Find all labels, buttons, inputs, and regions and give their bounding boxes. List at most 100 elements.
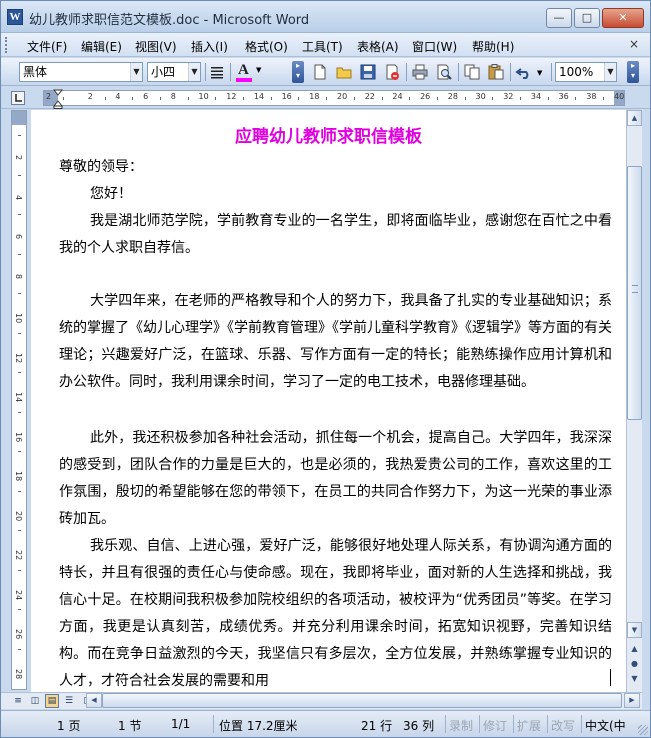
- scroll-left-arrow-icon[interactable]: ◀: [86, 693, 102, 708]
- menu-window[interactable]: 窗口(W): [412, 38, 457, 55]
- status-section[interactable]: 1 节: [118, 717, 141, 734]
- status-separator: [445, 715, 446, 733]
- ruler-tick: [243, 97, 245, 100]
- menu-view[interactable]: 视图(V): [135, 38, 177, 55]
- status-ext[interactable]: 扩展: [517, 717, 541, 734]
- permission-icon[interactable]: [383, 63, 401, 81]
- status-separator: [479, 715, 480, 733]
- vertical-ruler[interactable]: 2 4 6 8 10 12 14 16 18 20 22 24 26 28: [11, 110, 27, 690]
- scroll-up-arrow-icon[interactable]: ▲: [627, 110, 642, 126]
- resize-grip-icon[interactable]: [638, 725, 648, 735]
- chevron-down-icon[interactable]: ▼: [188, 63, 200, 81]
- font-color-button[interactable]: A ▼: [235, 62, 263, 82]
- status-trk[interactable]: 修订: [483, 717, 507, 734]
- ruler-number: 8: [14, 273, 23, 279]
- menu-insert[interactable]: 插入(I): [191, 38, 228, 55]
- word-app-icon[interactable]: W: [7, 9, 23, 25]
- status-line[interactable]: 21 行: [361, 717, 392, 734]
- select-browse-object-icon[interactable]: ●: [627, 657, 642, 671]
- status-ovr[interactable]: 改写: [551, 717, 575, 734]
- menu-table[interactable]: 表格(A): [357, 38, 399, 55]
- scroll-right-arrow-icon[interactable]: ▶: [624, 693, 640, 708]
- status-page-of[interactable]: 1/1: [171, 717, 190, 731]
- maximize-button[interactable]: □: [574, 8, 600, 28]
- chevron-down-icon[interactable]: ▼: [604, 63, 616, 81]
- chevron-down-icon[interactable]: ▼: [256, 66, 261, 74]
- menu-format[interactable]: 格式(O): [245, 38, 288, 55]
- ruler-number: 38: [586, 92, 597, 101]
- salutation: 尊敬的领导：: [59, 159, 143, 175]
- ruler-number: 28: [447, 92, 458, 101]
- ruler-number: 24: [14, 589, 23, 600]
- ruler-number: 4: [115, 92, 121, 101]
- paragraph-4: 我乐观、自信、上进心强，爱好广泛，能够很好地处理人际关系，有协调沟通方面的特长，…: [59, 533, 612, 692]
- font-name-combo[interactable]: 黑体 ▼: [19, 62, 143, 82]
- outline-view-icon[interactable]: ☰: [62, 694, 76, 708]
- font-color-icon: A: [238, 62, 249, 78]
- ruler-tick: [18, 135, 21, 136]
- vertical-scroll-thumb[interactable]: [627, 166, 642, 420]
- ruler-number: 20: [337, 92, 348, 101]
- previous-page-icon[interactable]: ▲: [627, 642, 642, 656]
- ruler-tick: [18, 293, 21, 294]
- open-folder-icon[interactable]: [335, 63, 353, 81]
- menu-help[interactable]: 帮助(H): [472, 38, 514, 55]
- document-page[interactable]: 应聘幼儿教师求职信模板 尊敬的领导： 您好！ 我是湖北师范学院，学前教育专业的一…: [31, 110, 626, 692]
- menu-edit[interactable]: 编辑(E): [81, 38, 122, 55]
- next-page-icon[interactable]: ▼: [627, 672, 642, 686]
- toolbar-options-chevron[interactable]: ▸ ▾: [292, 61, 304, 83]
- tab-selector[interactable]: [11, 91, 25, 105]
- ruler-number: 16: [281, 92, 292, 101]
- normal-view-icon[interactable]: ≡: [11, 694, 25, 708]
- zoom-combo[interactable]: 100% ▼: [555, 62, 617, 82]
- paragraph-4-text: 我乐观、自信、上进心强，爱好广泛，能够很好地处理人际关系，有协调沟通方面的特长，…: [59, 538, 612, 689]
- paragraph-1: 我是湖北师范学院，学前教育专业的一名学生，即将面临毕业，感谢您在百忙之中看我的个…: [59, 208, 612, 262]
- horizontal-ruler[interactable]: 2 2 4 6 8 10 12 14 16 18 20 22 24 26 28 30 32 34 36 38 40: [43, 89, 625, 109]
- thumb-grip-icon: [632, 285, 638, 293]
- ruler-tick: [18, 648, 21, 650]
- menu-tools[interactable]: 工具(T): [302, 38, 343, 55]
- scroll-down-arrow-icon[interactable]: ▼: [627, 622, 642, 638]
- toolbar-options-chevron[interactable]: ▸ ▾: [627, 61, 639, 83]
- print-preview-icon[interactable]: [435, 63, 453, 81]
- ruler-tick: [104, 97, 106, 100]
- print-icon[interactable]: [411, 63, 429, 81]
- title-bar[interactable]: W 幼儿教师求职信范文模板.doc - Microsoft Word — □ ✕: [1, 1, 650, 33]
- paste-icon[interactable]: [487, 63, 505, 81]
- close-button[interactable]: ✕: [602, 8, 644, 28]
- ruler-tick: [18, 372, 21, 373]
- status-rec[interactable]: 录制: [449, 717, 473, 734]
- ruler-tick: [18, 530, 21, 531]
- minimize-button[interactable]: —: [546, 8, 572, 28]
- ruler-number: 6: [14, 234, 23, 240]
- undo-icon[interactable]: [515, 63, 533, 81]
- ruler-tick: [18, 609, 21, 610]
- horizontal-scroll-thumb[interactable]: [102, 693, 622, 708]
- menubar-grip[interactable]: [5, 37, 9, 53]
- save-icon[interactable]: [359, 63, 377, 81]
- print-layout-view-icon[interactable]: ▤: [45, 694, 59, 708]
- indent-markers-icon[interactable]: [53, 89, 63, 109]
- ruler-number: 20: [14, 510, 23, 521]
- menu-bar: 文件(F) 编辑(E) 视图(V) 插入(I) 格式(O) 工具(T) 表格(A…: [1, 33, 650, 57]
- font-size-combo[interactable]: 小四 ▼: [147, 62, 201, 82]
- status-separator: [213, 715, 214, 733]
- menu-file[interactable]: 文件(F): [27, 38, 67, 55]
- status-page[interactable]: 1 页: [57, 717, 80, 734]
- horizontal-scrollbar[interactable]: ◀ ▶: [86, 693, 642, 709]
- status-column[interactable]: 36 列: [403, 717, 434, 734]
- status-bar: 1 页 1 节 1/1 位置 17.2厘米 21 行 36 列 录制 修订 扩展…: [1, 710, 650, 737]
- new-document-icon[interactable]: [311, 63, 329, 81]
- status-position[interactable]: 位置 17.2厘米: [219, 717, 298, 734]
- ruler-tick: [187, 97, 189, 100]
- chevron-down-icon[interactable]: ▼: [130, 63, 142, 81]
- document-close-icon[interactable]: ×: [629, 37, 639, 51]
- vertical-scrollbar[interactable]: ▲ ▼ ▲ ● ▼: [626, 110, 642, 692]
- status-separator: [547, 715, 548, 733]
- justify-align-icon[interactable]: [208, 63, 226, 81]
- ruler-number: 6: [143, 92, 149, 101]
- status-language[interactable]: 中文(中: [585, 717, 626, 734]
- copy-icon[interactable]: [463, 63, 481, 81]
- web-layout-view-icon[interactable]: ◫: [28, 694, 42, 708]
- chevron-down-icon[interactable]: ▼: [537, 69, 542, 77]
